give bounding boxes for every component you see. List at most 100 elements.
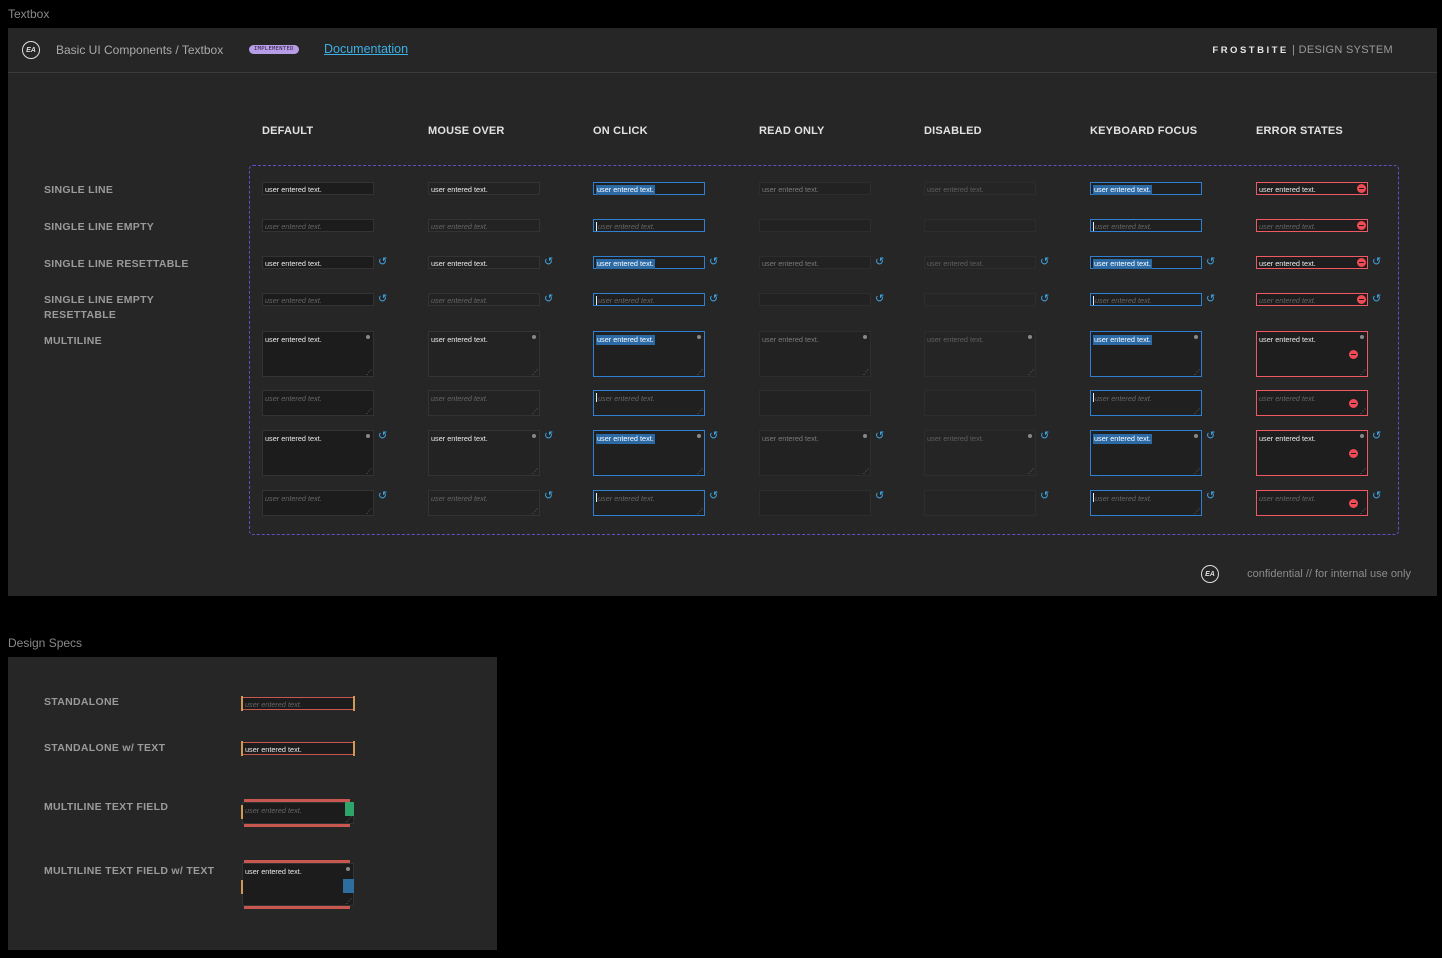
documentation-link[interactable]: Documentation bbox=[324, 42, 408, 56]
resize-grip-icon[interactable]: ⋰ bbox=[1360, 469, 1366, 475]
reset-icon[interactable]: ↺ bbox=[709, 491, 718, 502]
reset-icon[interactable]: ↺ bbox=[1372, 294, 1381, 305]
reset-icon[interactable]: ↺ bbox=[709, 257, 718, 268]
resize-grip-icon[interactable]: ⋰ bbox=[1360, 409, 1366, 415]
resize-grip-icon[interactable]: ⋰ bbox=[366, 469, 372, 475]
textbox-clk-row7[interactable]: user entered text. ⋰ bbox=[593, 430, 705, 476]
textbox-hov-row2[interactable]: user entered text. bbox=[428, 219, 540, 232]
resize-grip-icon[interactable]: ⋰ bbox=[1360, 370, 1366, 376]
resize-grip-icon[interactable]: ⋰ bbox=[1194, 370, 1200, 376]
textbox-err-row6[interactable]: user entered text. ⋰ bbox=[1256, 390, 1368, 416]
spec-textbox-multiline: user entered text. ⋰ bbox=[242, 802, 354, 824]
textbox-clk-row1[interactable]: user entered text. bbox=[593, 182, 705, 195]
textbox-err-row3[interactable]: user entered text. bbox=[1256, 256, 1368, 269]
textbox-err-row4[interactable]: user entered text. bbox=[1256, 293, 1368, 306]
textbox-dis-row7: user entered text. ⋰ bbox=[924, 430, 1036, 476]
textbox-clk-row6[interactable]: user entered text. ⋰ bbox=[593, 390, 705, 416]
textbox-def-row3[interactable]: user entered text. bbox=[262, 256, 374, 269]
textbox-err-row5[interactable]: user entered text. ⋰ bbox=[1256, 331, 1368, 377]
resize-grip-icon[interactable]: ⋰ bbox=[1194, 469, 1200, 475]
resize-grip-icon[interactable]: ⋰ bbox=[863, 370, 869, 376]
textbox-def-row6[interactable]: user entered text. ⋰ bbox=[262, 390, 374, 416]
textbox-hov-row7[interactable]: user entered text. ⋰ bbox=[428, 430, 540, 476]
textbox-def-row8[interactable]: user entered text. ⋰ bbox=[262, 490, 374, 516]
reset-icon[interactable]: ↺ bbox=[544, 431, 553, 442]
reset-icon[interactable]: ↺ bbox=[544, 491, 553, 502]
textbox-clk-row2[interactable]: user entered text. bbox=[593, 219, 705, 232]
resize-grip-icon[interactable]: ⋰ bbox=[532, 509, 538, 515]
reset-icon[interactable]: ↺ bbox=[1372, 257, 1381, 268]
reset-icon[interactable]: ↺ bbox=[378, 257, 387, 268]
reset-icon[interactable]: ↺ bbox=[1206, 257, 1215, 268]
textbox-hov-row1[interactable]: user entered text. bbox=[428, 182, 540, 195]
textbox-kbf-row1[interactable]: user entered text. bbox=[1090, 182, 1202, 195]
textbox-err-row1[interactable]: user entered text. bbox=[1256, 182, 1368, 195]
textbox-ro-row5: user entered text. ⋰ bbox=[759, 331, 871, 377]
reset-icon[interactable]: ↺ bbox=[875, 257, 884, 268]
textbox-kbf-row5[interactable]: user entered text. ⋰ bbox=[1090, 331, 1202, 377]
resize-grip-icon[interactable]: ⋰ bbox=[1194, 509, 1200, 515]
textbox-kbf-row4[interactable]: user entered text. bbox=[1090, 293, 1202, 306]
reset-icon[interactable]: ↺ bbox=[378, 491, 387, 502]
textbox-kbf-row8[interactable]: user entered text. ⋰ bbox=[1090, 490, 1202, 516]
textbox-kbf-row7[interactable]: user entered text. ⋰ bbox=[1090, 430, 1202, 476]
error-icon bbox=[1349, 449, 1358, 458]
resize-grip-icon[interactable]: ⋰ bbox=[697, 509, 703, 515]
reset-icon[interactable]: ↺ bbox=[875, 431, 884, 442]
textbox-hov-row4[interactable]: user entered text. bbox=[428, 293, 540, 306]
error-icon bbox=[1357, 258, 1366, 267]
textbox-err-row7[interactable]: user entered text. ⋰ bbox=[1256, 430, 1368, 476]
entered-text: user entered text. bbox=[927, 335, 984, 344]
reset-icon[interactable]: ↺ bbox=[1372, 431, 1381, 442]
textbox-clk-row5[interactable]: user entered text. ⋰ bbox=[593, 331, 705, 377]
text-caret bbox=[596, 493, 597, 502]
reset-icon[interactable]: ↺ bbox=[875, 491, 884, 502]
textbox-err-row8[interactable]: user entered text. ⋰ bbox=[1256, 490, 1368, 516]
spec-padding-marker bbox=[353, 696, 355, 711]
textbox-err-row2[interactable]: user entered text. bbox=[1256, 219, 1368, 232]
resize-grip-icon[interactable]: ⋰ bbox=[1028, 469, 1034, 475]
placeholder-text: user entered text. bbox=[431, 394, 488, 403]
reset-icon[interactable]: ↺ bbox=[544, 294, 553, 305]
resize-grip-icon[interactable]: ⋰ bbox=[697, 370, 703, 376]
reset-icon[interactable]: ↺ bbox=[544, 257, 553, 268]
textbox-kbf-row3[interactable]: user entered text. bbox=[1090, 256, 1202, 269]
textbox-def-row1[interactable]: user entered text. bbox=[262, 182, 374, 195]
reset-icon[interactable]: ↺ bbox=[875, 294, 884, 305]
resize-grip-icon[interactable]: ⋰ bbox=[532, 409, 538, 415]
textbox-hov-row6[interactable]: user entered text. ⋰ bbox=[428, 390, 540, 416]
textbox-clk-row4[interactable]: user entered text. bbox=[593, 293, 705, 306]
resize-grip-icon[interactable]: ⋰ bbox=[697, 409, 703, 415]
textbox-def-row5[interactable]: user entered text. ⋰ bbox=[262, 331, 374, 377]
resize-grip-icon[interactable]: ⋰ bbox=[532, 469, 538, 475]
resize-grip-icon[interactable]: ⋰ bbox=[1028, 370, 1034, 376]
textbox-kbf-row6[interactable]: user entered text. ⋰ bbox=[1090, 390, 1202, 416]
textbox-hov-row3[interactable]: user entered text. bbox=[428, 256, 540, 269]
resize-grip-icon[interactable]: ⋰ bbox=[532, 370, 538, 376]
resize-grip-icon[interactable]: ⋰ bbox=[366, 509, 372, 515]
reset-icon[interactable]: ↺ bbox=[1206, 431, 1215, 442]
textbox-hov-row5[interactable]: user entered text. ⋰ bbox=[428, 331, 540, 377]
reset-icon[interactable]: ↺ bbox=[378, 431, 387, 442]
reset-icon[interactable]: ↺ bbox=[709, 431, 718, 442]
spec-label-multiline-text: MULTILINE TEXT FIELD w/ TEXT bbox=[44, 865, 215, 877]
textbox-clk-row8[interactable]: user entered text. ⋰ bbox=[593, 490, 705, 516]
reset-icon[interactable]: ↺ bbox=[709, 294, 718, 305]
textbox-def-row2[interactable]: user entered text. bbox=[262, 219, 374, 232]
resize-grip-icon[interactable]: ⋰ bbox=[1194, 409, 1200, 415]
reset-icon[interactable]: ↺ bbox=[1206, 491, 1215, 502]
textbox-hov-row8[interactable]: user entered text. ⋰ bbox=[428, 490, 540, 516]
reset-icon[interactable]: ↺ bbox=[1372, 491, 1381, 502]
textbox-kbf-row2[interactable]: user entered text. bbox=[1090, 219, 1202, 232]
resize-grip-icon[interactable]: ⋰ bbox=[366, 409, 372, 415]
entered-text: user entered text. bbox=[265, 259, 322, 268]
reset-icon[interactable]: ↺ bbox=[378, 294, 387, 305]
resize-grip-icon[interactable]: ⋰ bbox=[863, 469, 869, 475]
reset-icon[interactable]: ↺ bbox=[1206, 294, 1215, 305]
resize-grip-icon[interactable]: ⋰ bbox=[697, 469, 703, 475]
textbox-clk-row3[interactable]: user entered text. bbox=[593, 256, 705, 269]
resize-grip-icon[interactable]: ⋰ bbox=[1360, 509, 1366, 515]
textbox-def-row7[interactable]: user entered text. ⋰ bbox=[262, 430, 374, 476]
textbox-def-row4[interactable]: user entered text. bbox=[262, 293, 374, 306]
resize-grip-icon[interactable]: ⋰ bbox=[366, 370, 372, 376]
